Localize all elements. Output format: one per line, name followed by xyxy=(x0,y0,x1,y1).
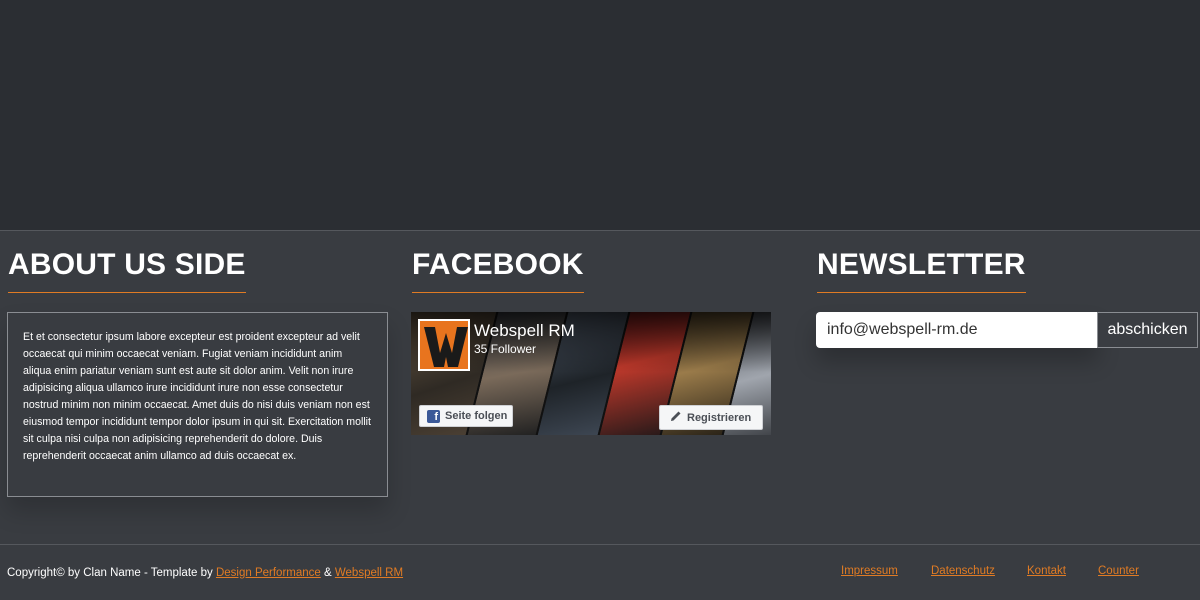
follow-page-button[interactable]: f Seite folgen xyxy=(419,405,513,427)
nav-counter-link[interactable]: Counter xyxy=(1098,565,1139,577)
copyright-separator: & xyxy=(324,567,332,579)
copyright-text: Copyright© by Clan Name - Template by De… xyxy=(7,567,403,579)
nav-kontakt-link[interactable]: Kontakt xyxy=(1027,565,1066,577)
follow-page-label: Seite folgen xyxy=(445,410,508,422)
register-button[interactable]: Registrieren xyxy=(659,405,763,430)
facebook-f-icon: f xyxy=(427,409,440,423)
newsletter-email-field[interactable] xyxy=(816,312,1098,348)
nav-impressum-link[interactable]: Impressum xyxy=(841,565,898,577)
newsletter-heading: NEWSLETTER xyxy=(817,248,1026,293)
webspell-logo[interactable] xyxy=(418,319,470,371)
newsletter-submit-button[interactable]: abschicken xyxy=(1097,312,1198,348)
copyright-prefix: Copyright© by Clan Name - Template by xyxy=(7,567,213,579)
nav-datenschutz-link[interactable]: Datenschutz xyxy=(931,565,995,577)
header-area xyxy=(0,0,1200,230)
facebook-page-widget[interactable]: Webspell RM 35 Follower f Seite folgen R… xyxy=(411,312,771,435)
pencil-icon xyxy=(670,410,682,425)
facebook-page-name[interactable]: Webspell RM xyxy=(474,321,575,341)
facebook-heading: FACEBOOK xyxy=(412,248,584,293)
about-text-box: Et et consectetur ipsum labore excepteur… xyxy=(7,312,388,497)
webspell-rm-link[interactable]: Webspell RM xyxy=(335,567,403,579)
about-heading: ABOUT US SIDE xyxy=(8,248,246,293)
facebook-follower-count: 35 Follower xyxy=(474,342,537,356)
about-text: Et et consectetur ipsum labore excepteur… xyxy=(23,331,371,462)
design-performance-link[interactable]: Design Performance xyxy=(216,567,321,579)
register-label: Registrieren xyxy=(687,411,752,424)
